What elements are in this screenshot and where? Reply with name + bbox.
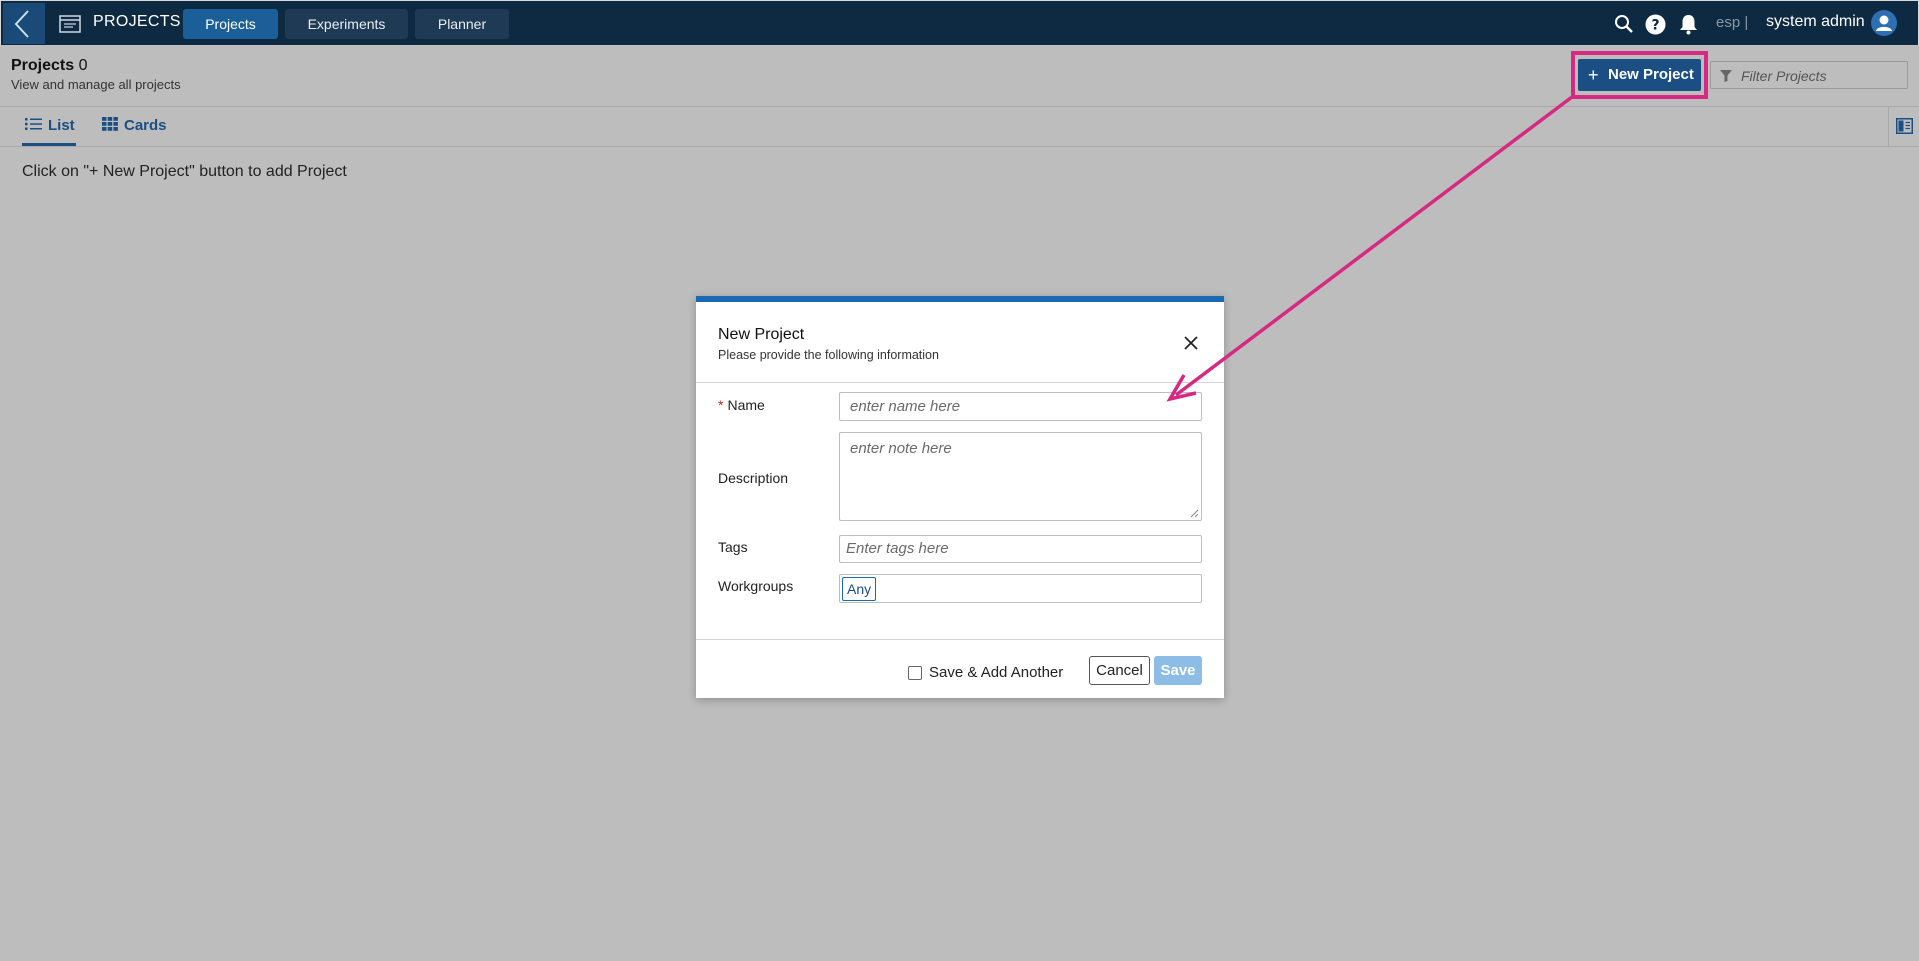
new-project-dialog: New Project Please provide the following…	[696, 296, 1224, 698]
new-project-label: New Project	[1608, 66, 1694, 83]
panel-icon	[1896, 118, 1913, 134]
page-title-text: Projects	[11, 57, 75, 74]
save-add-another-checkbox[interactable]	[908, 666, 922, 680]
dialog-title: New Project	[718, 326, 805, 343]
back-button[interactable]	[3, 3, 45, 44]
dialog-subtitle: Please provide the following information	[718, 348, 939, 362]
back-chevron-icon	[14, 10, 29, 38]
filter-icon	[1720, 70, 1732, 82]
avatar[interactable]	[1871, 10, 1897, 36]
tab-planner[interactable]: Planner	[415, 9, 509, 39]
description-textarea[interactable]: enter note here	[839, 432, 1202, 521]
page-subtitle: View and manage all projects	[11, 77, 181, 92]
top-bar: PROJECTS Projects Experiments Planner ? …	[0, 0, 1919, 45]
search-icon[interactable]	[1614, 14, 1634, 34]
new-project-button[interactable]: + New Project	[1578, 59, 1701, 91]
page-title: Projects 0	[11, 57, 88, 75]
name-input[interactable]: enter name here	[839, 392, 1202, 421]
user-name[interactable]: system admin	[1766, 13, 1865, 31]
save-add-another-label[interactable]: Save & Add Another	[929, 664, 1063, 681]
save-button[interactable]: Save	[1154, 656, 1202, 685]
cancel-button[interactable]: Cancel	[1089, 656, 1150, 685]
language-switch[interactable]: esp |	[1716, 14, 1748, 31]
tags-placeholder: Enter tags here	[846, 540, 949, 557]
tags-input[interactable]: Enter tags here	[839, 535, 1202, 563]
name-label: * Name	[718, 397, 765, 413]
workgroup-chip-any[interactable]: Any	[842, 577, 877, 601]
description-label: Description	[718, 470, 789, 486]
view-tab-cards[interactable]: Cards	[102, 117, 167, 134]
workgroups-label: Workgroups	[718, 578, 794, 594]
project-count: 0	[78, 57, 88, 74]
list-icon	[25, 118, 42, 130]
resize-handle-icon[interactable]	[1190, 509, 1199, 518]
close-icon[interactable]	[1180, 332, 1202, 354]
tags-label: Tags	[718, 539, 748, 555]
tab-experiments[interactable]: Experiments	[285, 9, 408, 39]
filter-placeholder: Filter Projects	[1741, 68, 1827, 84]
bell-icon[interactable]	[1679, 14, 1698, 35]
plus-icon: +	[1588, 65, 1599, 85]
empty-state-hint: Click on "+ New Project" button to add P…	[22, 163, 347, 180]
required-mark: *	[718, 397, 724, 413]
help-icon[interactable]: ?	[1645, 14, 1666, 35]
dialog-footer-divider	[696, 639, 1224, 640]
user-avatar-icon	[1876, 15, 1892, 31]
filter-projects-input[interactable]: Filter Projects	[1710, 61, 1908, 89]
app-title: PROJECTS	[93, 13, 181, 30]
view-tab-list[interactable]: List	[25, 117, 75, 134]
grid-icon	[102, 117, 118, 131]
tabs-divider	[0, 146, 1919, 147]
projects-app-icon	[59, 15, 81, 33]
dialog-header-divider	[696, 382, 1224, 383]
svg-text:?: ?	[1651, 18, 1659, 34]
view-tab-list-label: List	[48, 117, 75, 134]
tab-projects[interactable]: Projects	[183, 9, 278, 39]
name-placeholder: enter name here	[850, 398, 961, 415]
workgroups-select[interactable]: Any	[839, 574, 1202, 603]
view-tab-cards-label: Cards	[124, 117, 167, 134]
side-panel-toggle[interactable]	[1888, 107, 1919, 146]
header-divider	[0, 106, 1919, 107]
name-label-text: Name	[727, 397, 765, 413]
description-placeholder: enter note here	[850, 440, 952, 457]
